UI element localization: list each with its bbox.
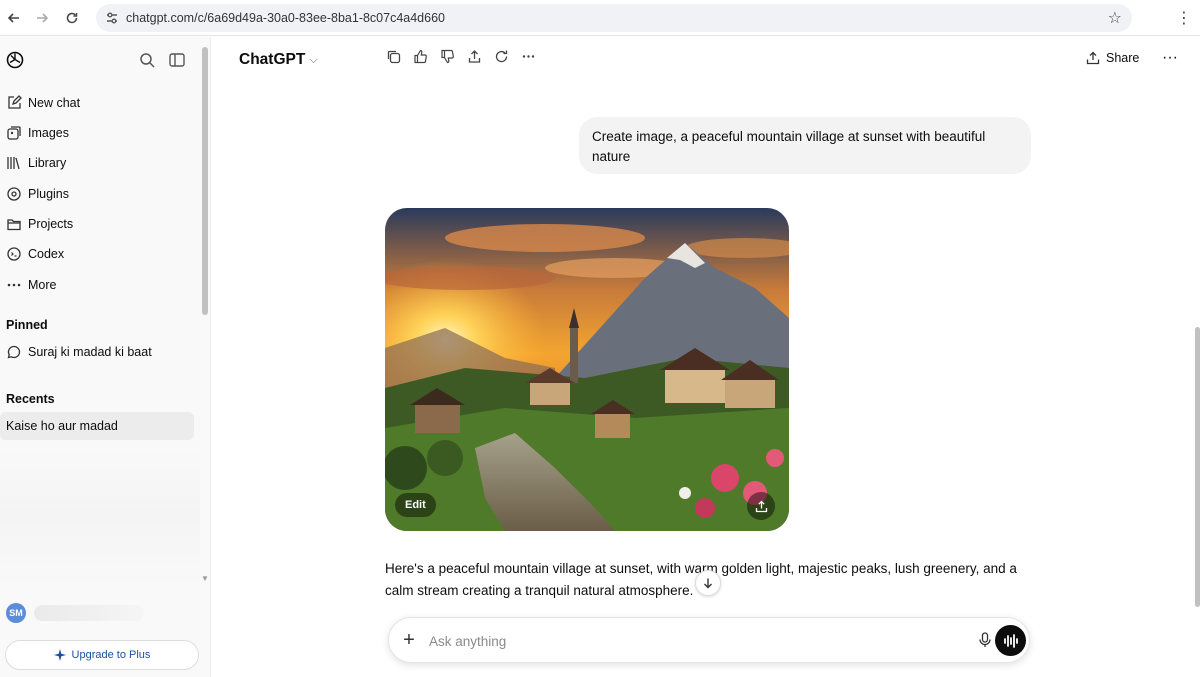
mountain-village-image bbox=[385, 208, 789, 531]
upload-icon bbox=[755, 500, 767, 512]
sidebar-item-codex[interactable]: Codex bbox=[6, 242, 64, 266]
sidebar-item-label: Codex bbox=[28, 247, 65, 261]
search-icon[interactable] bbox=[138, 51, 156, 69]
share-button[interactable]: Share bbox=[1086, 51, 1139, 65]
sidebar-item-label: Images bbox=[28, 126, 69, 140]
reload-icon[interactable] bbox=[62, 8, 82, 28]
openai-logo-icon[interactable] bbox=[5, 50, 25, 70]
message-actions-toolbar bbox=[384, 47, 537, 65]
more-icon bbox=[7, 283, 21, 287]
sidebar-item-projects[interactable]: Projects bbox=[6, 212, 73, 236]
browser-toolbar: chatgpt.com/c/6a69d49a-30a0-83ee-8ba1-8c… bbox=[0, 0, 1200, 36]
sidebar-item-plugins[interactable]: Plugins bbox=[6, 182, 69, 206]
arrow-down-icon bbox=[704, 578, 712, 589]
sidebar-item-images[interactable]: Images bbox=[6, 121, 69, 145]
scroll-to-bottom-button[interactable] bbox=[695, 570, 721, 596]
blurred-username bbox=[34, 605, 144, 621]
microphone-icon[interactable] bbox=[975, 630, 995, 650]
pinned-chat-item[interactable]: Suraj ki madad ki baat bbox=[6, 340, 152, 364]
copy-icon[interactable] bbox=[384, 47, 402, 65]
model-name: ChatGPT bbox=[239, 51, 306, 68]
generated-image[interactable]: Edit bbox=[385, 208, 789, 531]
chat-main: ChatGPT ⌵ Share ··· Create image, a peac… bbox=[212, 37, 1200, 677]
plugins-icon bbox=[7, 187, 21, 201]
back-arrow-icon[interactable] bbox=[4, 8, 24, 28]
upgrade-button[interactable]: Upgrade to Plus bbox=[5, 640, 199, 670]
sidebar-scroll-thumb[interactable] bbox=[202, 47, 208, 315]
sidebar-item-label: More bbox=[28, 278, 57, 292]
avatar: SM bbox=[6, 603, 26, 623]
sidebar-toggle-icon[interactable] bbox=[168, 51, 186, 69]
share-upload-icon[interactable] bbox=[465, 47, 483, 65]
thumbs-down-icon[interactable] bbox=[438, 47, 456, 65]
model-selector[interactable]: ChatGPT ⌵ bbox=[239, 51, 318, 69]
url-text: chatgpt.com/c/6a69d49a-30a0-83ee-8ba1-8c… bbox=[126, 11, 445, 25]
chat-bubble-icon bbox=[7, 345, 21, 359]
recent-chat-item-active[interactable]: Kaise ho aur madad bbox=[0, 412, 194, 440]
folder-icon bbox=[7, 219, 21, 231]
more-options-icon[interactable] bbox=[519, 47, 537, 65]
images-icon bbox=[7, 126, 21, 140]
voice-mode-button[interactable] bbox=[995, 625, 1026, 656]
scroll-down-arrow-icon[interactable]: ▼ bbox=[201, 574, 209, 583]
bookmark-star-icon[interactable]: ☆ bbox=[1108, 8, 1122, 28]
sidebar-item-label: New chat bbox=[28, 96, 81, 110]
forward-arrow-icon[interactable] bbox=[32, 8, 52, 28]
sidebar-item-label: Plugins bbox=[28, 187, 69, 201]
chevron-down-icon: ⌵ bbox=[309, 53, 318, 66]
conversation-menu-icon[interactable]: ··· bbox=[1162, 49, 1178, 67]
share-label: Share bbox=[1106, 51, 1140, 65]
sidebar: New chat Images Library Plugins Projects… bbox=[0, 37, 211, 677]
add-attachment-icon[interactable]: + bbox=[399, 629, 419, 651]
user-message: Create image, a peaceful mountain villag… bbox=[579, 117, 1031, 174]
user-profile[interactable]: SM bbox=[6, 603, 144, 623]
recent-chat-label: Kaise ho aur madad bbox=[6, 419, 118, 433]
browser-menu-icon[interactable]: ⋮ bbox=[1176, 8, 1192, 28]
thumbs-up-icon[interactable] bbox=[411, 47, 429, 65]
edit-image-button[interactable]: Edit bbox=[395, 493, 436, 517]
sparkle-icon bbox=[53, 649, 66, 661]
new-chat-icon bbox=[8, 95, 22, 109]
sidebar-item-more[interactable]: More bbox=[6, 273, 56, 297]
address-bar[interactable]: chatgpt.com/c/6a69d49a-30a0-83ee-8ba1-8c… bbox=[96, 4, 1132, 32]
sidebar-item-library[interactable]: Library bbox=[6, 151, 66, 175]
recents-heading: Recents bbox=[6, 392, 55, 406]
pinned-heading: Pinned bbox=[6, 318, 48, 332]
image-share-button[interactable] bbox=[747, 492, 775, 520]
library-icon bbox=[7, 157, 20, 170]
voice-waveform-icon bbox=[1003, 633, 1018, 648]
main-scrollbar[interactable] bbox=[1195, 327, 1200, 607]
sidebar-item-label: Library bbox=[28, 156, 67, 170]
message-composer: + bbox=[388, 617, 1030, 663]
regenerate-icon[interactable] bbox=[492, 47, 510, 65]
pinned-chat-label: Suraj ki madad ki baat bbox=[28, 345, 152, 359]
sidebar-item-label: Projects bbox=[28, 217, 74, 231]
upgrade-label: Upgrade to Plus bbox=[71, 649, 151, 661]
share-icon bbox=[1086, 51, 1100, 65]
blurred-recents bbox=[0, 447, 200, 587]
prompt-input[interactable] bbox=[429, 630, 909, 652]
codex-icon bbox=[7, 247, 21, 261]
sidebar-item-new-chat[interactable]: New chat bbox=[6, 91, 80, 115]
site-settings-icon[interactable] bbox=[104, 10, 120, 26]
